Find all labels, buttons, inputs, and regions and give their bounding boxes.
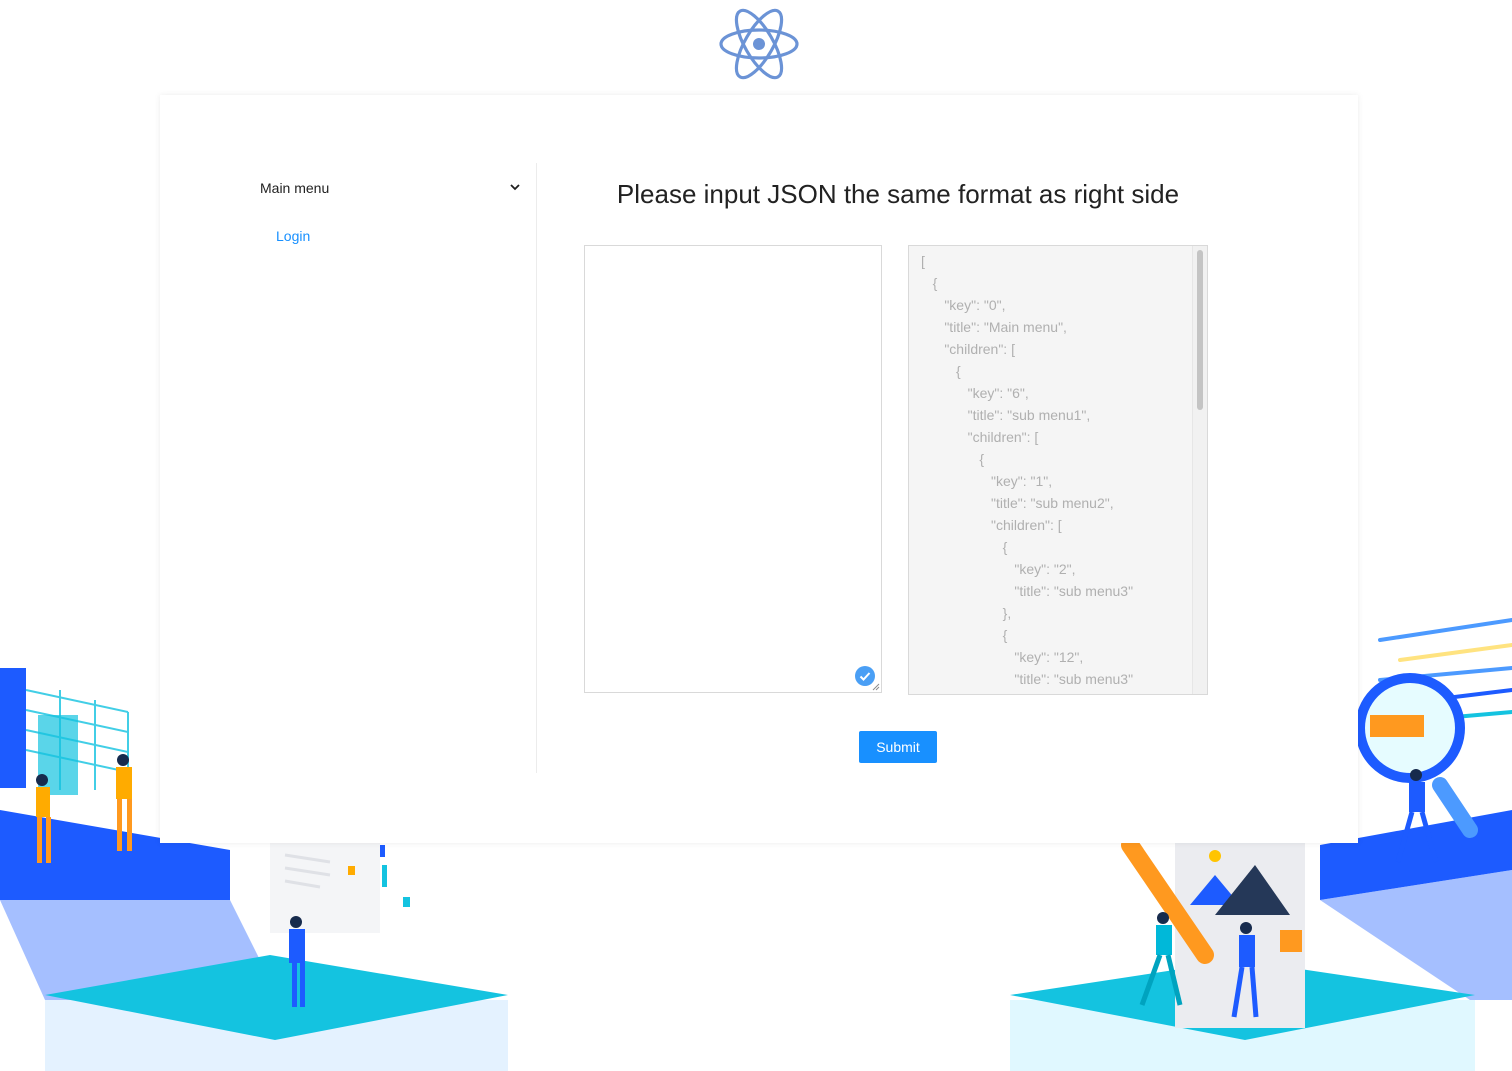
submenu-title-label: Main menu (260, 180, 330, 196)
left-bar-1 (0, 668, 26, 788)
page-title: Please input JSON the same format as rig… (616, 179, 1180, 209)
left-board-mark-2 (382, 865, 387, 887)
scrollbar-thumb[interactable] (1197, 250, 1203, 410)
main-card: Main menu Login Please input JSON the sa… (160, 95, 1358, 843)
menu-item-label: Login (276, 228, 311, 244)
left-board-mark-4 (403, 897, 410, 907)
magnifier-content (1370, 715, 1424, 737)
chevron-down-icon (510, 184, 520, 191)
json-sample-textarea[interactable]: [ { "key": "0", "title": "Main menu", "c… (908, 245, 1208, 695)
menu-item-login[interactable]: Login (276, 221, 310, 251)
sample-scrollbar[interactable] (1192, 246, 1207, 694)
sample-json-text: [ { "key": "0", "title": "Main menu", "c… (921, 253, 1134, 687)
resize-handle-icon[interactable] (872, 683, 880, 691)
left-board-mark-3 (348, 866, 355, 875)
react-atom-icon (719, 8, 799, 80)
left-board-mark (380, 845, 385, 857)
sun-icon (1209, 850, 1221, 862)
sidebar-menu: Main menu Login (220, 163, 537, 773)
submit-button[interactable]: Submit (859, 731, 937, 763)
chat-bubble (1280, 930, 1302, 952)
json-input-textarea[interactable] (584, 245, 882, 693)
submenu-main-menu[interactable]: Main menu (260, 173, 520, 203)
